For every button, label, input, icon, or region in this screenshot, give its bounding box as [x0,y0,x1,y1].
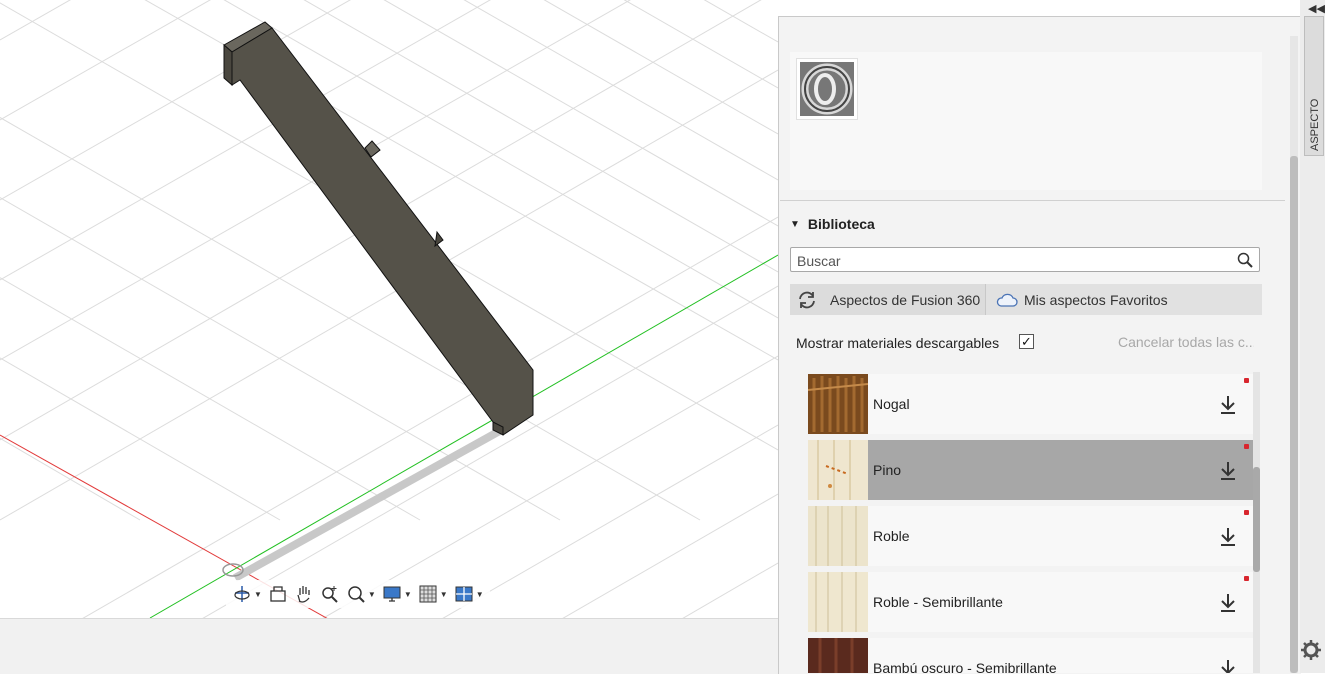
list-item[interactable]: Roble [808,506,1253,566]
list-item[interactable]: Nogal [808,374,1253,434]
gear-icon[interactable] [1300,639,1322,661]
oak-semigloss-swatch [808,572,868,632]
new-indicator-dot [1244,576,1249,581]
tab-label: Aspectos de Fusion 360 [830,291,981,308]
list-item[interactable]: Pino [808,440,1253,500]
fit-button[interactable]: ▼ [344,582,378,606]
new-indicator-dot [1244,378,1249,383]
status-area [0,618,778,674]
appearance-side-tab[interactable]: ASPECTO [1304,16,1324,156]
caret-down-icon: ▼ [367,589,376,599]
grid-settings-button[interactable]: ▼ [416,582,450,606]
material-name: Bambú oscuro - Semibrillante [873,660,1057,673]
material-name: Nogal [873,396,910,412]
chrome-ring-icon [800,62,854,116]
download-icon[interactable] [1218,394,1238,416]
display-settings-button[interactable]: ▼ [380,582,414,606]
tab-fusion-appearances[interactable]: Aspectos de Fusion 360 [790,284,986,315]
material-list: Nogal Pino Roble Roble - Semibrillante B… [808,372,1253,673]
tab-label: Favoritos [1110,291,1168,308]
viewports-icon [455,586,473,602]
library-tabs: Aspectos de Fusion 360 Mis aspectos Favo… [790,284,1262,315]
library-title: Biblioteca [807,216,875,232]
search-input[interactable] [795,250,1239,271]
zoom-icon [322,586,338,603]
grid-and-model [0,0,778,618]
caret-down-icon: ▼ [475,589,484,599]
caret-down-icon: ▼ [790,218,800,230]
shadow-line [233,424,507,582]
navigation-toolbar: ▼ ▼ ▼ ▼ ▼ [226,580,490,608]
walnut-swatch [808,374,868,434]
panel-scrollbar-thumb[interactable] [1290,156,1298,673]
search-field[interactable] [790,247,1260,272]
caret-down-icon: ▼ [254,589,262,599]
material-name: Pino [873,462,902,478]
3d-model[interactable] [223,21,534,436]
caret-down-icon: ▼ [403,589,412,599]
library-section-header[interactable]: ▼ Biblioteca [790,216,875,232]
new-indicator-dot [1244,444,1249,449]
monitor-icon [383,586,401,602]
appearance-swatch[interactable] [796,58,858,120]
new-indicator-dot [1244,510,1249,515]
canvas-viewport[interactable] [0,0,778,618]
viewports-button[interactable]: ▼ [452,582,486,606]
side-tab-label: ASPECTO [1309,98,1321,151]
list-scrollbar[interactable] [1253,372,1260,673]
pan-button[interactable] [292,582,316,606]
grid-icon [419,585,437,603]
download-icon[interactable] [1218,526,1238,548]
appearance-preview-area [790,52,1262,190]
cloud-icon [996,293,1018,307]
panel-scrollbar[interactable] [1290,36,1298,673]
material-name: Roble - Semibrillante [873,594,1003,610]
download-icon[interactable] [1218,592,1238,614]
caret-down-icon: ▼ [439,589,448,599]
list-item[interactable]: Bambú oscuro - Semibrillante [808,638,1253,673]
zoom-window-icon [348,586,365,603]
refresh-icon [799,291,815,308]
orbit-button[interactable]: ▼ [230,582,264,606]
zoom-button[interactable] [318,582,342,606]
download-icon[interactable] [1218,658,1238,673]
download-icon[interactable] [1218,460,1238,482]
tab-my-appearances[interactable]: Mis aspectos [986,284,1106,315]
panel-divider [780,200,1285,201]
check-icon: ✓ [1021,333,1032,349]
look-at-button[interactable] [266,582,290,606]
look-at-icon [270,586,286,602]
collapse-arrows-icon[interactable]: ◀◀ [1308,2,1325,15]
search-icon[interactable] [1237,252,1253,268]
oak-swatch [808,506,868,566]
ground-grid [0,0,778,618]
tab-label: Mis aspectos [1024,291,1106,308]
show-downloadable-label: Mostrar materiales descargables [796,335,1000,351]
pine-swatch [808,440,868,500]
list-scrollbar-thumb[interactable] [1253,467,1260,572]
list-item[interactable]: Roble - Semibrillante [808,572,1253,632]
tab-favorites[interactable]: Favoritos [1106,284,1168,315]
hand-icon [297,586,310,603]
dark-bamboo-swatch [808,638,868,673]
show-downloadable-checkbox[interactable]: ✓ [1019,334,1034,349]
material-name: Roble [873,528,910,544]
cancel-all-downloads-link[interactable]: Cancelar todas las c... [1118,334,1254,350]
orbit-icon [234,586,250,602]
